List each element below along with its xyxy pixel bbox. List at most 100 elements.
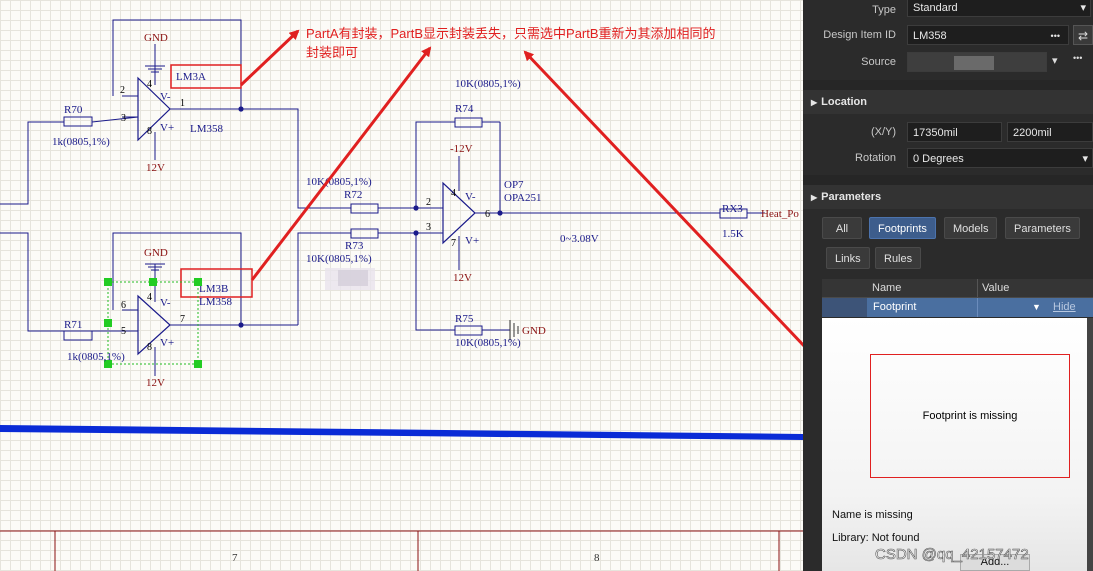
resistor-r70[interactable]: R70 1k(0805,1%)	[52, 104, 110, 148]
r72-designator: R72	[344, 189, 362, 201]
op7-12v-label: 12V	[453, 272, 472, 284]
tab-rules[interactable]: Rules	[875, 247, 922, 269]
op7-vplus-label: V+	[465, 235, 479, 247]
rx3-designator: RX3	[722, 203, 743, 215]
lm3b-pin-inv: 6	[121, 300, 126, 311]
x-field[interactable]: 17350mil	[907, 122, 1002, 142]
opamp-lm3a[interactable]: 2 3 1 4 8 V- V+ LM3A LM358 GND 12V	[112, 19, 244, 174]
op7-pin-vneg: 7	[451, 238, 456, 249]
resistor-rx3[interactable]: RX3 1.5K	[719, 203, 748, 240]
tab-footprints[interactable]: Footprints	[869, 217, 936, 239]
col-name-header[interactable]: Name	[872, 279, 901, 297]
col-divider	[977, 298, 978, 317]
col-divider	[977, 279, 978, 297]
net-heat-label: Heat_Po	[761, 208, 799, 220]
lm3a-pin-vpos: 4	[147, 79, 152, 90]
x-value: 17350mil	[913, 127, 958, 139]
tab-all[interactable]: All	[822, 217, 862, 239]
design-item-field[interactable]: LM358 •••	[907, 25, 1069, 45]
spacer	[803, 175, 1093, 185]
sheet-col-8: 8	[594, 552, 600, 564]
lm3a-gnd-label: GND	[144, 32, 168, 44]
op7-pin-inv: 2	[426, 197, 431, 208]
r75-value: 10K(0805,1%)	[455, 337, 521, 349]
lm3b-gnd-label: GND	[144, 247, 168, 259]
source-label: Source	[861, 56, 896, 68]
lm3a-pin-out: 1	[180, 98, 185, 109]
op7-designator: OP7	[504, 179, 524, 191]
location-section-header[interactable]: ▶ Location	[803, 90, 1093, 114]
design-item-row: Design Item ID LM358 ••• ⇄	[803, 25, 1093, 47]
lm3b-pin-noninv: 5	[121, 326, 126, 337]
tab-models[interactable]: Models	[944, 217, 998, 239]
parameters-section-header[interactable]: ▶ Parameters	[803, 185, 1093, 209]
chevron-down-icon[interactable]: ▾	[1052, 54, 1058, 67]
r72-value: 10K(0805,1%)	[306, 176, 372, 188]
hide-link[interactable]: Hide	[1053, 298, 1076, 317]
col-value-header[interactable]: Value	[982, 279, 1009, 297]
collapse-triangle-icon: ▶	[811, 193, 818, 202]
rotation-value: 0 Degrees	[913, 153, 964, 165]
op7-neg12v-label: -12V	[450, 143, 473, 155]
parameters-title: Parameters	[821, 191, 882, 203]
y-field[interactable]: 2200mil	[1007, 122, 1093, 142]
lm3b-pin-vpos: 4	[147, 292, 152, 303]
op7-value: OPA251	[504, 192, 542, 204]
annotation-arrows	[239, 29, 803, 347]
lm3a-pin-noninv: 3	[121, 113, 126, 124]
y-value: 2200mil	[1013, 127, 1052, 139]
op7-pin-out: 6	[485, 209, 490, 220]
swap-icon[interactable]: ⇄	[1073, 25, 1093, 45]
resistor-r74[interactable]: R74 10K(0805,1%)	[454, 78, 521, 128]
resistor-r71[interactable]: R71 1k(0805,1%)	[63, 319, 125, 363]
source-redacted	[954, 56, 994, 70]
lm3a-pin-inv: 2	[120, 85, 125, 96]
rotation-select[interactable]: 0 Degrees ▾	[907, 148, 1093, 168]
annotation-line-1: PartA有封装，PartB显示封装丢失，只需选中PartB重新为其添加相同的	[306, 26, 716, 41]
lm3b-designator: LM3B	[199, 283, 228, 295]
xy-label: (X/Y)	[870, 126, 896, 138]
resistor-r75[interactable]: R75 10K(0805,1%)	[454, 313, 521, 349]
chevron-down-icon: ▾	[1082, 153, 1088, 165]
type-row: Type Standard ▾	[803, 0, 1093, 22]
resistor-r73[interactable]: R73 10K(0805,1%)	[306, 228, 379, 265]
more-options-icon[interactable]: •••	[1073, 53, 1082, 63]
r71-value: 1k(0805,1%)	[67, 351, 125, 363]
footprint-missing-text: Footprint is missing	[922, 410, 1018, 422]
r74-designator: R74	[455, 103, 474, 115]
lm3a-designator: LM3A	[176, 71, 206, 83]
add-button[interactable]: Add...	[960, 554, 1030, 571]
rx3-value: 1.5K	[722, 228, 744, 240]
more-options-icon[interactable]: •••	[1051, 26, 1060, 46]
spacer	[803, 80, 1093, 90]
op7-pin-noninv: 3	[426, 222, 431, 233]
r70-value: 1k(0805,1%)	[52, 136, 110, 148]
mid-wires	[241, 108, 765, 331]
row-gutter	[822, 298, 867, 317]
source-field[interactable]	[907, 52, 1047, 72]
sheet-border	[0, 530, 803, 571]
chevron-down-icon[interactable]: ▼	[1032, 298, 1041, 317]
tab-links[interactable]: Links	[826, 247, 870, 269]
annotation-line-2: 封装即可	[306, 45, 358, 60]
r74-value: 10K(0805,1%)	[455, 78, 521, 90]
lm3b-vplus-label: V+	[160, 337, 174, 349]
rotation-row: Rotation 0 Degrees ▾	[803, 148, 1093, 170]
type-select[interactable]: Standard ▾	[907, 0, 1091, 17]
sheet-col-7: 7	[232, 552, 238, 564]
lm3a-value: LM358	[190, 123, 224, 135]
rotation-label: Rotation	[855, 152, 896, 164]
op7-vminus-label: V-	[465, 191, 476, 203]
chevron-down-icon: ▾	[1080, 2, 1086, 14]
schematic-canvas[interactable]: 2 3 1 4 8 V- V+ LM3A LM358 GND 12V R70 1…	[0, 0, 803, 571]
tab-parameters[interactable]: Parameters	[1005, 217, 1080, 239]
footprint-preview: Footprint is missing Name is missing Lib…	[822, 318, 1087, 571]
lm3a-12v-label: 12V	[146, 162, 165, 174]
footprint-row-name: Footprint	[873, 301, 917, 313]
r75-designator: R75	[455, 313, 474, 325]
design-item-value: LM358	[913, 30, 947, 42]
footprint-row[interactable]: Footprint ▼ Hide	[822, 298, 1093, 317]
lm3b-pin-vneg: 8	[147, 342, 152, 353]
r71-designator: R71	[64, 319, 82, 331]
preview-scrollbar[interactable]	[1087, 318, 1093, 571]
